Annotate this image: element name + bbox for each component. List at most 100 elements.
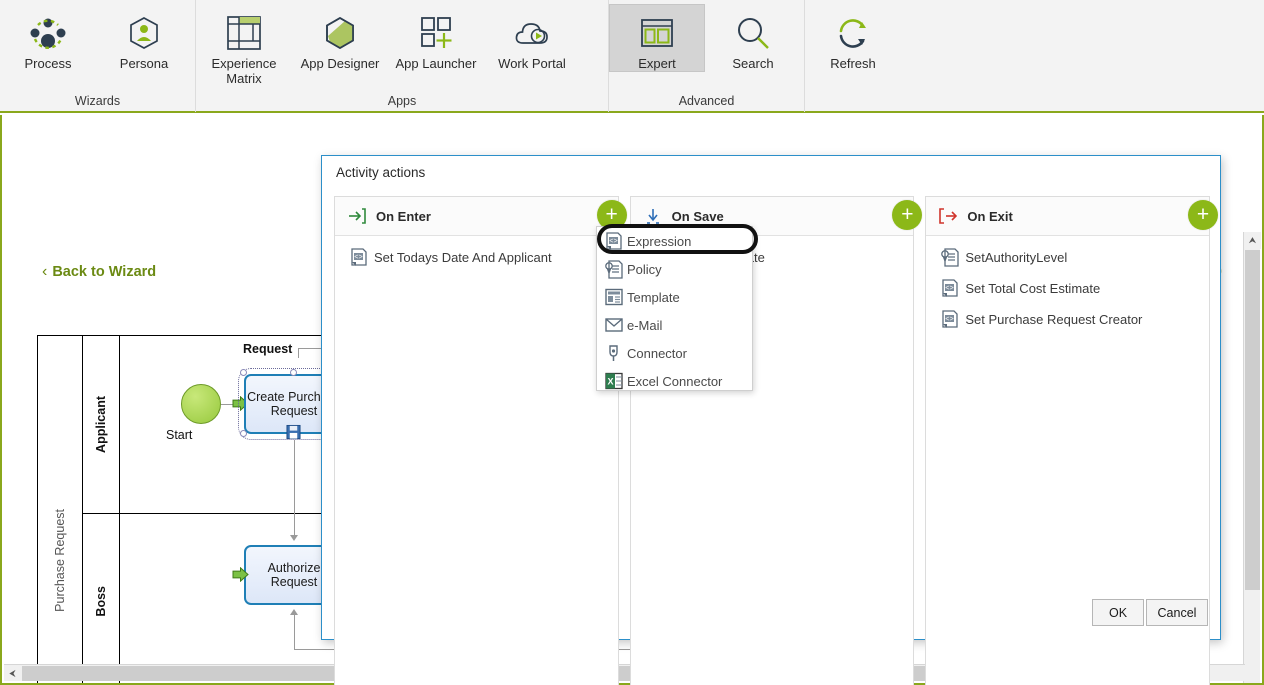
- ribbon-group-advanced: Expert Search Advanced: [609, 0, 805, 112]
- ribbon-button-expert[interactable]: Expert: [609, 4, 705, 72]
- lane-label-boss: Boss: [93, 585, 108, 617]
- expression-icon: <>: [941, 279, 965, 298]
- ok-button[interactable]: OK: [1092, 599, 1144, 626]
- annotation-connector: [298, 348, 299, 358]
- ribbon-button-search[interactable]: Search: [705, 4, 801, 71]
- template-icon: [605, 288, 627, 306]
- sequence-flow-loopback-v: [294, 614, 295, 650]
- lane-label-applicant: Applicant: [93, 396, 108, 453]
- refresh-circular-arrow-icon: [837, 10, 869, 56]
- ribbon-group-label: Apps: [387, 94, 417, 108]
- action-list-item[interactable]: SetAuthorityLevel: [926, 242, 1209, 273]
- ribbon-button-refresh[interactable]: Refresh: [805, 4, 901, 71]
- start-event[interactable]: [181, 384, 221, 424]
- action-list-item[interactable]: <> Set Total Cost Estimate: [926, 273, 1209, 304]
- dropdown-item-label: Template: [627, 289, 680, 305]
- request-annotation-label: Request: [243, 342, 293, 356]
- ribbon-button-label: Process: [24, 56, 72, 71]
- ribbon-button-label: Persona: [119, 56, 169, 71]
- action-list-item[interactable]: <> Set Todays Date And Applicant: [335, 242, 618, 273]
- dropdown-item-policy[interactable]: Policy: [597, 255, 752, 283]
- arrow-into-bracket-icon: [348, 207, 370, 225]
- action-item-label: SetAuthorityLevel: [965, 250, 1068, 265]
- expression-icon: <>: [350, 248, 374, 267]
- ribbon-group-items: Refresh: [805, 0, 901, 90]
- ribbon-button-work-portal[interactable]: Work Portal: [484, 4, 580, 71]
- ribbon-group-wizards: Process Persona Wizards: [0, 0, 196, 112]
- ribbon-button-app-designer[interactable]: App Designer: [292, 4, 388, 71]
- action-item-label: Set Total Cost Estimate: [965, 281, 1101, 296]
- ribbon-group-label: Wizards: [74, 94, 121, 108]
- back-to-wizard-label: Back to Wizard: [52, 264, 157, 280]
- resize-handle-n[interactable]: [290, 369, 297, 376]
- search-magnifier-icon: [737, 10, 770, 56]
- arrow-out-of-bracket-icon: [939, 207, 961, 225]
- svg-text:X: X: [607, 377, 613, 387]
- column-header-label: On Save: [671, 208, 724, 224]
- action-item-label: Set Purchase Request Creator: [965, 312, 1143, 327]
- column-header-on-enter: On Enter +: [335, 197, 627, 236]
- ribbon-button-label: Refresh: [830, 56, 876, 71]
- add-action-dropdown-menu[interactable]: <> Expression Policy Template e-Mail Connecto…: [596, 226, 753, 391]
- dropdown-item-label: Expression: [627, 233, 692, 249]
- dialog-footer: OK Cancel: [322, 589, 1220, 639]
- green-arrow-marker-icon: [232, 567, 249, 582]
- save-badge-icon: [286, 424, 301, 440]
- dropdown-item-template[interactable]: Template: [597, 283, 752, 311]
- arrow-down-save-icon: [644, 207, 666, 225]
- add-action-button-on-save[interactable]: +: [892, 200, 923, 230]
- svg-text:<>: <>: [354, 254, 362, 262]
- svg-text:<>: <>: [946, 316, 954, 324]
- dialog-title: Activity actions: [336, 165, 426, 180]
- start-event-label: Start: [166, 428, 193, 442]
- ribbon-group-apps: Experience Matrix App Designer App Launche…: [196, 0, 609, 112]
- add-action-button-on-exit[interactable]: +: [1188, 200, 1219, 230]
- cancel-button[interactable]: Cancel: [1146, 599, 1208, 626]
- resize-handle-nw[interactable]: [240, 369, 247, 376]
- scroll-left-arrow-icon[interactable]: ⮜: [4, 665, 21, 682]
- ribbon-group-misc: Refresh: [805, 0, 901, 112]
- lane-header-applicant: Applicant: [83, 336, 120, 513]
- action-list-item[interactable]: <> Set Purchase Request Creator: [926, 304, 1209, 335]
- dropdown-item-connector[interactable]: Connector: [597, 339, 752, 367]
- dropdown-item-label: Policy: [627, 261, 662, 277]
- ribbon-button-label: Experience Matrix: [211, 56, 277, 86]
- vertical-scroll-thumb[interactable]: [1245, 250, 1260, 590]
- ribbon-button-experience-matrix[interactable]: Experience Matrix: [196, 4, 292, 86]
- ribbon-group-label: Advanced: [678, 94, 735, 108]
- ribbon-group-items: Process Persona: [0, 0, 195, 90]
- svg-text:<>: <>: [609, 238, 617, 246]
- ribbon-button-process[interactable]: Process: [0, 4, 96, 71]
- persona-user-icon: [128, 10, 160, 56]
- activity-actions-dialog: Activity actions On Enter + <> Set Todays D…: [321, 155, 1221, 685]
- dropdown-item-label: e-Mail: [627, 317, 663, 333]
- experience-matrix-grid-icon: [227, 10, 261, 56]
- resize-handle-sw[interactable]: [240, 430, 247, 437]
- ribbon-button-label: Search: [732, 56, 774, 71]
- connector-plug-icon: [605, 344, 627, 362]
- dropdown-item-excel-connector[interactable]: X Excel Connector: [597, 367, 752, 395]
- vertical-scrollbar[interactable]: ⮝ ⮟: [1243, 232, 1261, 683]
- column-header-on-exit: On Exit +: [926, 197, 1219, 236]
- flow-arrowhead-up-icon: [290, 609, 298, 615]
- excel-icon: X: [605, 372, 627, 390]
- work-portal-cloud-play-icon: [515, 10, 549, 56]
- svg-text:<>: <>: [946, 285, 954, 293]
- ribbon-groups: Process Persona Wizards Experience Matrix Ap…: [0, 0, 1264, 112]
- flow-arrowhead-down-icon: [290, 535, 298, 541]
- action-list: <> Set Todays Date And Applicant: [335, 236, 618, 273]
- ribbon-button-label: Expert: [638, 56, 676, 71]
- expression-icon: <>: [941, 310, 965, 329]
- dropdown-item-expression[interactable]: <> Expression: [597, 227, 752, 255]
- ribbon-group-items: Experience Matrix App Designer App Launche…: [196, 0, 608, 90]
- dropdown-item-label: Connector: [627, 345, 687, 361]
- ribbon-button-persona[interactable]: Persona: [96, 4, 192, 71]
- ribbon-button-label: Work Portal: [498, 56, 566, 71]
- pool-name: Purchase Request: [38, 336, 83, 683]
- scroll-up-arrow-icon[interactable]: ⮝: [1244, 232, 1261, 249]
- envelope-icon: [605, 316, 627, 334]
- back-to-wizard-link[interactable]: ‹ Back to Wizard: [42, 263, 156, 281]
- ribbon-button-app-launcher[interactable]: App Launcher: [388, 4, 484, 71]
- action-list: SetAuthorityLevel <> Set Total Cost Estima…: [926, 236, 1209, 335]
- dropdown-item-e-mail[interactable]: e-Mail: [597, 311, 752, 339]
